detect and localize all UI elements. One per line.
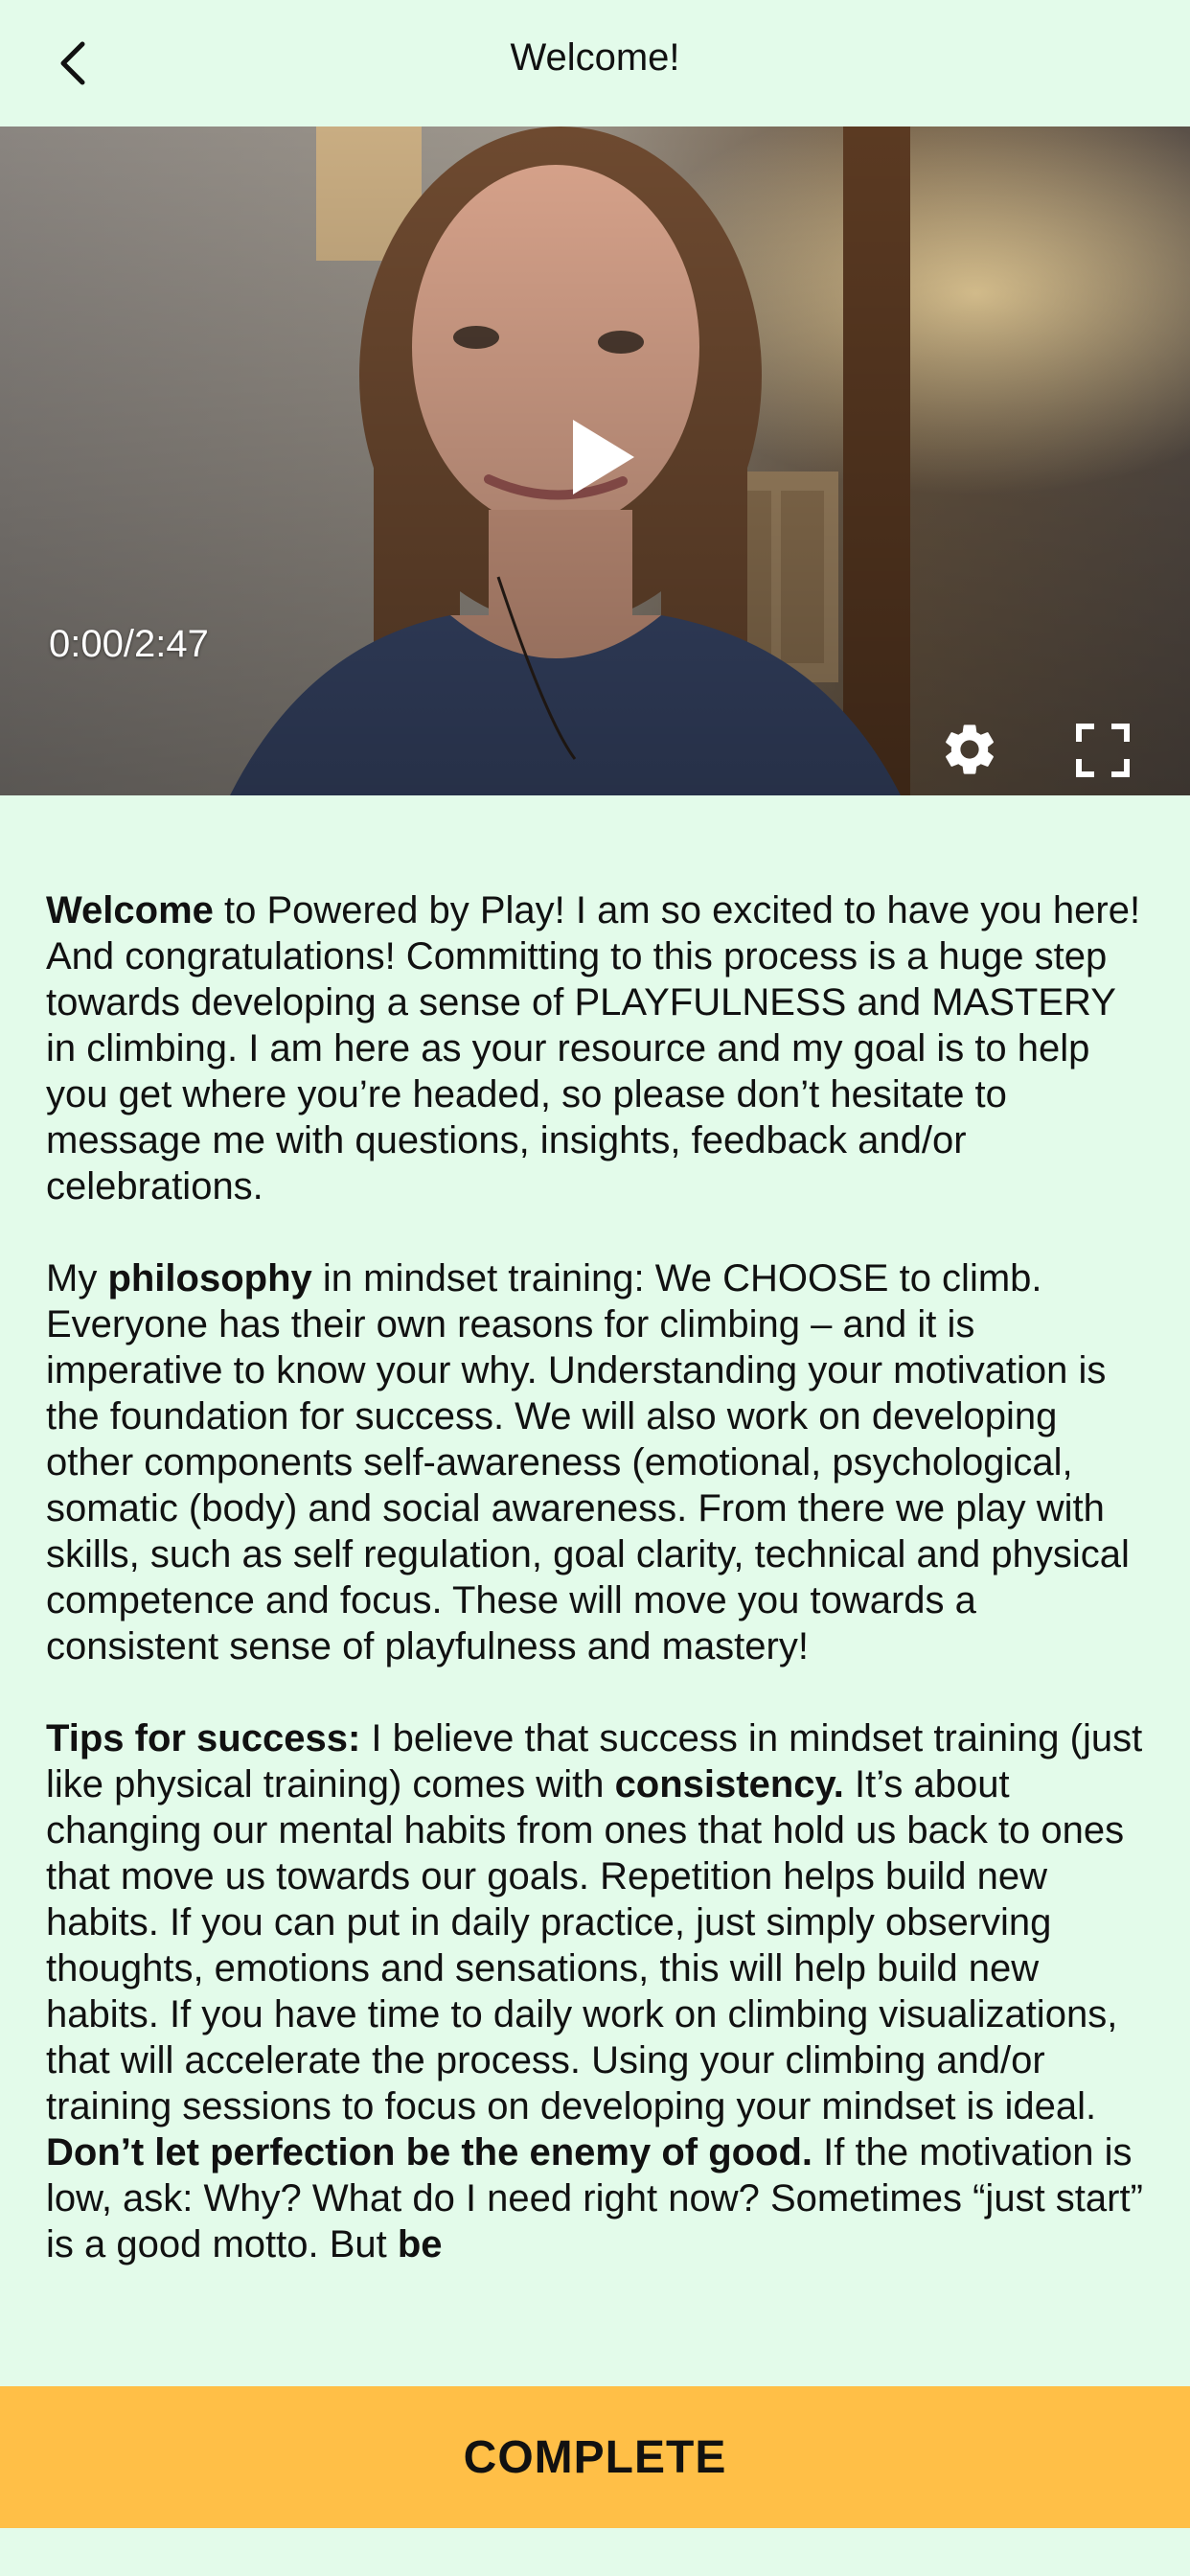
tips-bold-end: be xyxy=(397,2223,443,2266)
philosophy-text: in mindset training: We CHOOSE to climb.… xyxy=(46,1257,1130,1668)
fullscreen-button[interactable] xyxy=(1075,723,1131,778)
philosophy-paragraph: My philosophy in mindset training: We CH… xyxy=(46,1255,1148,1669)
play-button[interactable] xyxy=(565,414,642,500)
settings-button[interactable] xyxy=(939,719,1000,780)
tips-text-2: It’s about changing our mental habits fr… xyxy=(46,1763,1125,2128)
welcome-bold: Welcome xyxy=(46,889,214,932)
lesson-content: Welcome to Powered by Play! I am so exci… xyxy=(46,887,1148,2334)
complete-button[interactable]: COMPLETE xyxy=(0,2386,1190,2528)
header-bar: Welcome! xyxy=(0,0,1190,126)
page-title: Welcome! xyxy=(510,36,680,79)
welcome-paragraph: Welcome to Powered by Play! I am so exci… xyxy=(46,887,1148,1209)
play-icon xyxy=(573,420,634,494)
welcome-text: to Powered by Play! I am so excited to h… xyxy=(46,889,1141,1208)
fullscreen-icon xyxy=(1076,724,1130,777)
video-time: 0:00/2:47 xyxy=(49,623,209,665)
video-player[interactable]: 0:00/2:47 xyxy=(0,126,1190,795)
gear-icon xyxy=(946,724,994,774)
tips-paragraph: Tips for success: I believe that success… xyxy=(46,1715,1148,2267)
consistency-bold: consistency. xyxy=(614,1763,844,1806)
tips-bold: Tips for success: xyxy=(46,1717,361,1760)
philosophy-bold: philosophy xyxy=(107,1257,312,1300)
philosophy-prefix: My xyxy=(46,1257,108,1300)
perfection-bold: Don’t let perfection be the enemy of goo… xyxy=(46,2131,813,2174)
